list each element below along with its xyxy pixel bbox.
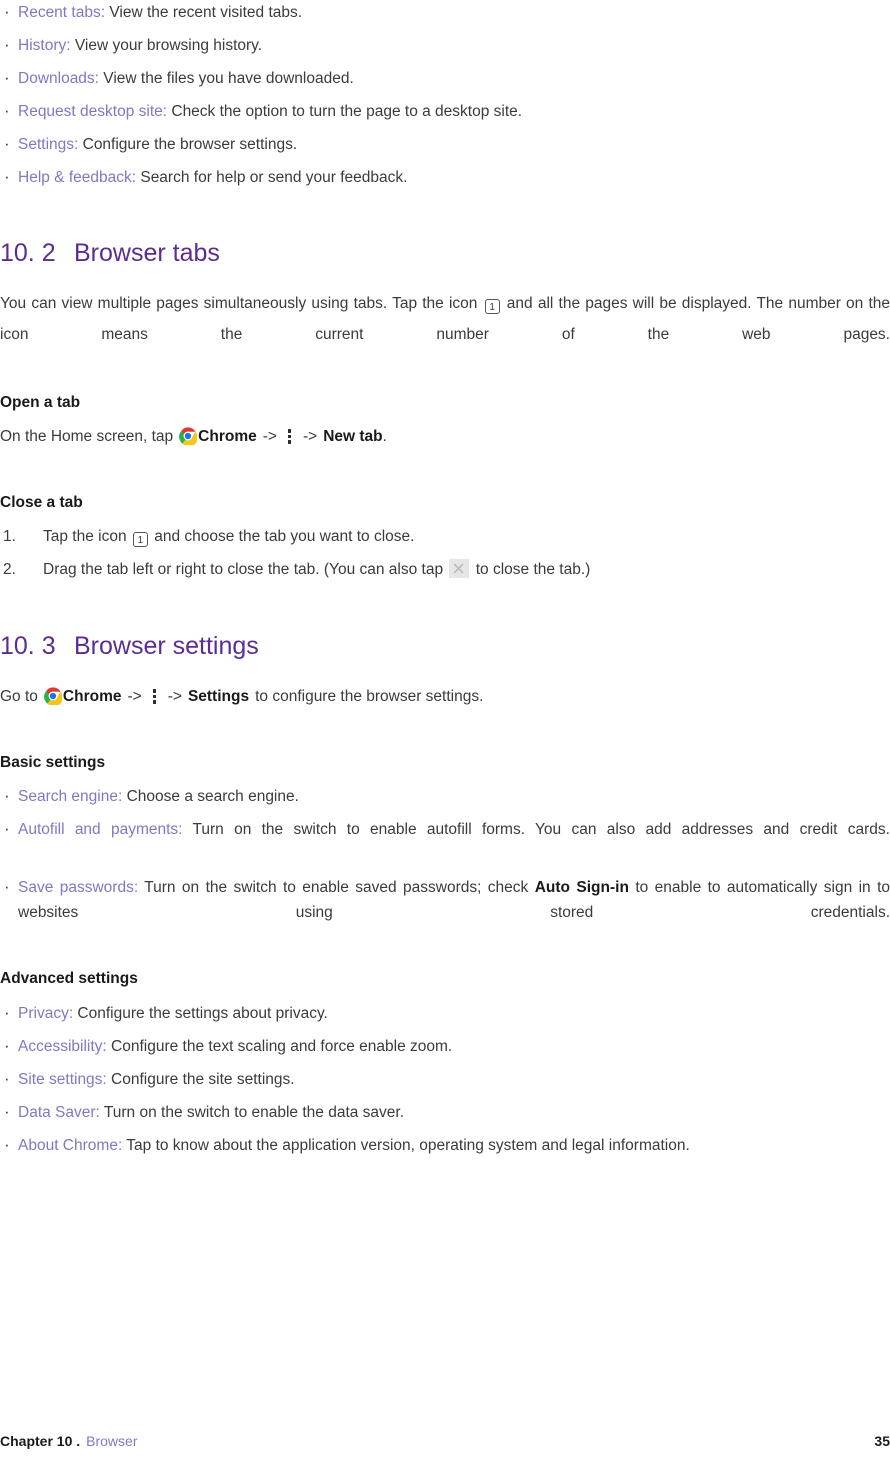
setting-term: Autofill and payments:	[18, 821, 183, 838]
arrow-2: ->	[167, 688, 182, 705]
tab-count-icon: 1	[132, 532, 148, 547]
advanced-settings-bullet-list: Privacy: Configure the settings about pr…	[0, 1000, 890, 1158]
close-a-tab-steps: 1. Tap the icon 1 and choose the tab you …	[0, 524, 890, 590]
setting-desc: Tap to know about the application versio…	[122, 1137, 690, 1154]
list-item: History: View your browsing history.	[0, 32, 890, 58]
footer-chapter: Chapter 10 . Browser	[0, 1433, 138, 1449]
list-item: Settings: Configure the browser settings…	[0, 131, 890, 157]
list-item: 1. Tap the icon 1 and choose the tab you …	[0, 524, 890, 549]
setting-desc: Choose a search engine.	[122, 788, 299, 805]
footer-page-number: 35	[874, 1433, 890, 1449]
step-text-part2: and choose the tab you want to close.	[154, 528, 415, 545]
setting-desc: Configure the text scaling and force ena…	[106, 1038, 453, 1055]
browser-settings-instruction: Go to Chrome -> -> Settings to configure the…	[0, 684, 483, 710]
step-index: 2.	[3, 561, 16, 578]
list-item: Downloads: View the files you have downl…	[0, 65, 890, 91]
section-title: Browser settings	[74, 632, 259, 660]
setting-desc: Turn on the switch to enable the data sa…	[99, 1104, 405, 1121]
menu-item-term: Settings:	[18, 136, 79, 153]
subheading-basic-settings: Basic settings	[0, 754, 106, 771]
arrow-1: ->	[127, 688, 142, 705]
more-vertical-icon	[148, 687, 162, 704]
setting-desc: Configure the site settings.	[106, 1071, 295, 1088]
subheading-close-a-tab: Close a tab	[0, 494, 83, 511]
list-item: About Chrome: Tap to know about the appl…	[0, 1132, 890, 1158]
auto-signin-label: Auto Sign-in	[534, 879, 629, 896]
setting-term: Save passwords:	[18, 879, 139, 896]
list-item: Autofill and payments: Turn on the switc…	[0, 816, 890, 867]
setting-term: Accessibility:	[18, 1038, 107, 1055]
setting-term: About Chrome:	[18, 1137, 123, 1154]
setting-desc: Turn on the switch to enable autofill fo…	[182, 821, 890, 838]
setting-desc-pre: Turn on the switch to enable saved passw…	[138, 879, 535, 896]
step-text-part1: Tap the icon	[43, 528, 127, 545]
menu-item-term: Recent tabs:	[18, 4, 106, 21]
arrow-2: ->	[302, 428, 318, 445]
menu-item-desc: Search for help or send your feedback.	[136, 169, 408, 186]
subheading-open-a-tab: Open a tab	[0, 394, 81, 411]
list-item: 2. Drag the tab left or right to close th…	[0, 557, 890, 582]
step-text-part2: to close the tab.)	[475, 561, 591, 578]
setting-term: Data Saver:	[18, 1104, 100, 1121]
basic-settings-bullet-list: Search engine: Choose a search engine. A…	[0, 783, 890, 950]
open-a-tab-instruction: On the Home screen, tap Chrome -> -> New ta…	[0, 424, 387, 450]
more-vertical-icon	[283, 427, 297, 444]
footer-chapter-name: Browser	[86, 1433, 138, 1449]
list-item: Request desktop site: Check the option t…	[0, 98, 890, 124]
list-item: Accessibility: Configure the text scalin…	[0, 1033, 890, 1059]
setting-term: Privacy:	[18, 1005, 74, 1022]
step-text-part1: Drag the tab left or right to close the …	[43, 561, 444, 578]
list-item: Data Saver: Turn on the switch to enable…	[0, 1099, 890, 1125]
arrow-1: ->	[262, 428, 277, 445]
section-title: Browser tabs	[74, 239, 220, 267]
chrome-label: Chrome	[198, 428, 257, 445]
instruction-text: On the Home screen, tap	[0, 428, 174, 445]
new-tab-label: New tab	[323, 428, 383, 445]
settings-label: Settings	[187, 688, 250, 705]
list-item: Search engine: Choose a search engine.	[0, 783, 890, 809]
chrome-logo-icon	[179, 427, 198, 447]
menu-item-desc: Check the option to turn the page to a d…	[167, 103, 523, 120]
chrome-label: Chrome	[62, 688, 122, 705]
browser-menu-bullet-list: Recent tabs: View the recent visited tab…	[0, 0, 890, 190]
menu-item-term: History:	[18, 37, 71, 54]
page-footer: Chapter 10 . Browser 35	[0, 1433, 890, 1449]
close-x-icon	[449, 559, 470, 578]
browser-tabs-intro-paragraph: You can view multiple pages simultaneous…	[0, 288, 890, 381]
setting-desc: Configure the settings about privacy.	[73, 1005, 328, 1022]
menu-item-term: Request desktop site:	[18, 103, 168, 120]
list-item: Privacy: Configure the settings about pr…	[0, 1000, 890, 1026]
section-number: 10. 3	[0, 632, 56, 660]
menu-item-desc: Configure the browser settings.	[78, 136, 298, 153]
tab-count-icon: 1	[484, 299, 500, 314]
step-index: 1.	[3, 528, 16, 545]
period: .	[382, 428, 387, 445]
list-item: Save passwords: Turn on the switch to en…	[0, 874, 890, 950]
instruction-text-part1: Go to	[0, 688, 38, 705]
menu-item-desc: View the recent visited tabs.	[105, 4, 303, 21]
section-heading-browser-settings: 10. 3 Browser settings	[0, 631, 259, 661]
list-item: Help & feedback: Search for help or send…	[0, 164, 890, 190]
instruction-text-part2: to configure the browser settings.	[255, 688, 484, 705]
menu-item-desc: View your browsing history.	[70, 37, 263, 54]
manual-page: Recent tabs: View the recent visited tab…	[0, 0, 890, 1457]
intro-text-part1: You can view multiple pages simultaneous…	[0, 295, 478, 312]
setting-term: Site settings:	[18, 1071, 107, 1088]
menu-item-desc: View the files you have downloaded.	[99, 70, 354, 87]
chrome-logo-icon	[44, 687, 63, 707]
section-heading-browser-tabs: 10. 2 Browser tabs	[0, 238, 220, 268]
list-item: Site settings: Configure the site settin…	[0, 1066, 890, 1092]
menu-item-term: Help & feedback:	[18, 169, 137, 186]
subheading-advanced-settings: Advanced settings	[0, 970, 138, 987]
menu-item-term: Downloads:	[18, 70, 99, 87]
list-item: Recent tabs: View the recent visited tab…	[0, 0, 890, 25]
footer-chapter-number: Chapter 10 .	[0, 1433, 81, 1449]
section-number: 10. 2	[0, 239, 56, 267]
setting-term: Search engine:	[18, 788, 123, 805]
